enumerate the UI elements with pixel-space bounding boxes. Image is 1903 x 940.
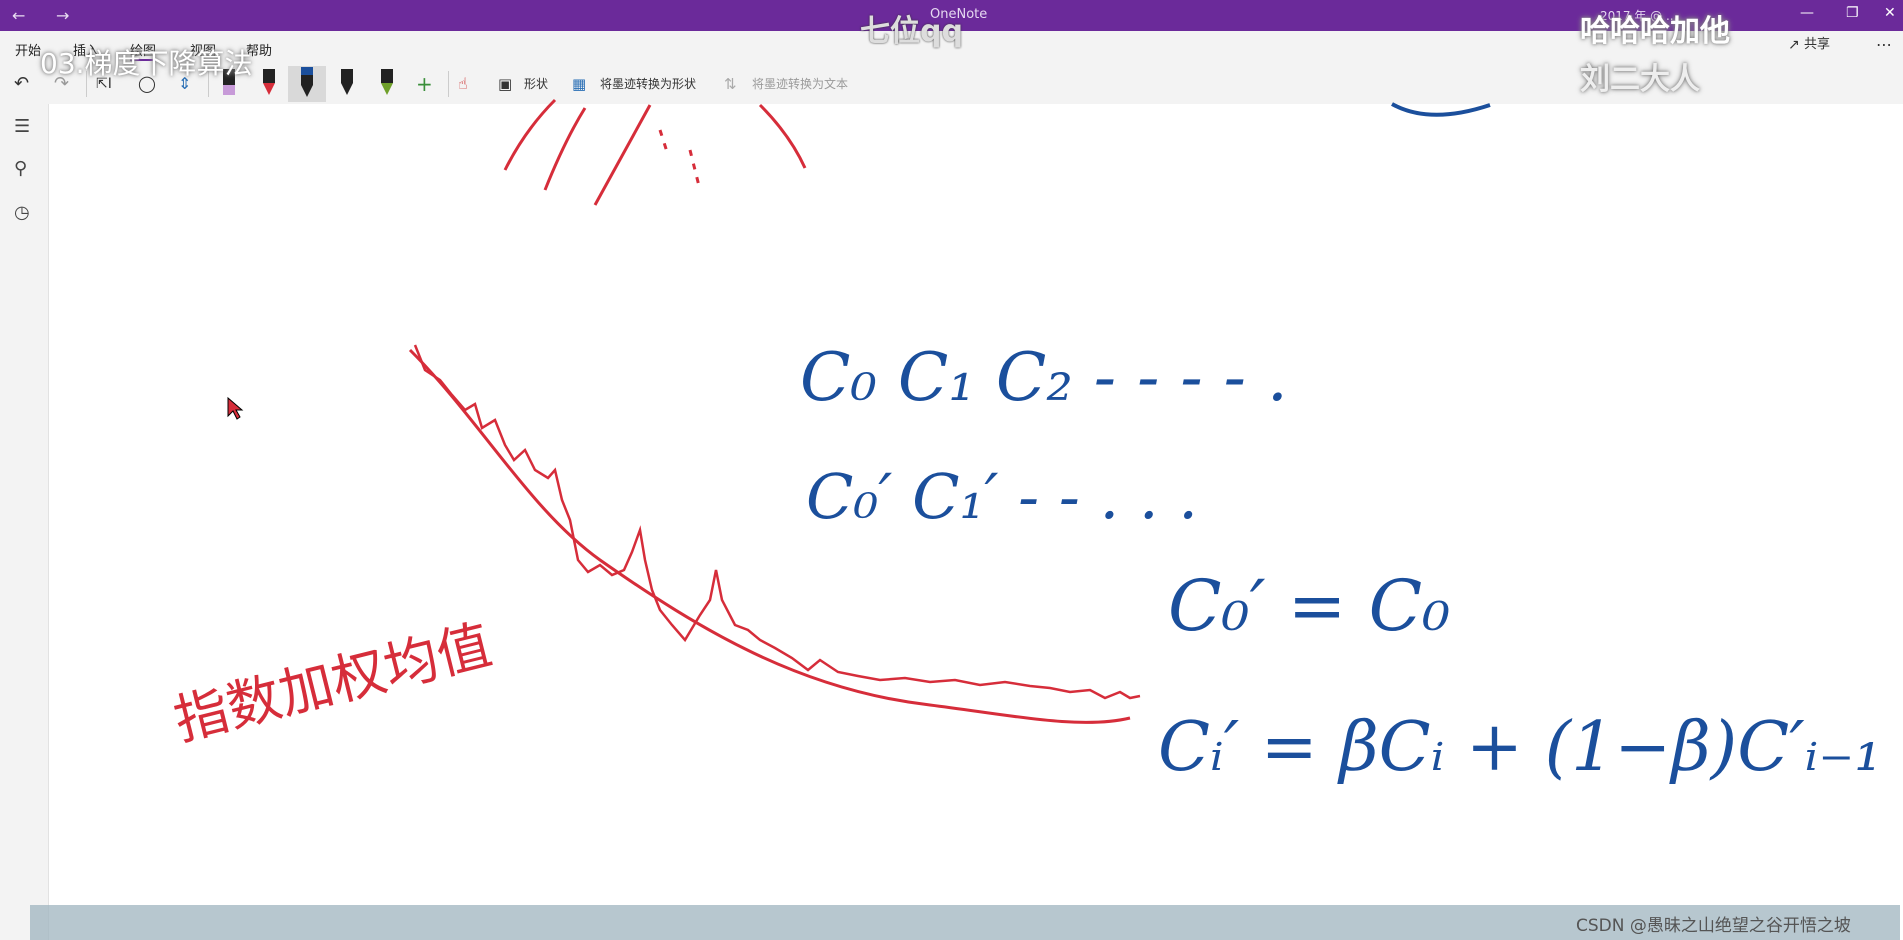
equation-2: Cᵢ′ = βCᵢ + (1−β)C′ᵢ₋₁: [1158, 708, 1882, 787]
mouse-cursor-icon: [227, 396, 244, 420]
watermark-right-1: 哈哈哈加他: [1580, 14, 1730, 49]
red-handwritten-label: 指数加权均值: [168, 613, 498, 753]
series-row-2: C₀′ C₁′ - - . . .: [806, 460, 1198, 533]
ink-layer: 指数加权均值 C₀ C₁ C₂ - - - - . C₀′ C₁′ - - . …: [168, 98, 1882, 787]
watermark-center: 七位qq: [860, 14, 963, 49]
csdn-watermark: CSDN @愚昧之山绝望之谷开悟之坡: [1576, 916, 1851, 936]
watermark-right-2: 刘二大人: [1580, 62, 1700, 97]
equation-1: C₀′ = C₀: [1168, 565, 1450, 647]
red-rays-drawing: [503, 98, 807, 206]
video-title-overlay: 03.梯度下降算法: [40, 47, 253, 80]
blue-arc-drawing: [1391, 102, 1491, 117]
series-row-1: C₀ C₁ C₂ - - - - .: [800, 339, 1288, 416]
